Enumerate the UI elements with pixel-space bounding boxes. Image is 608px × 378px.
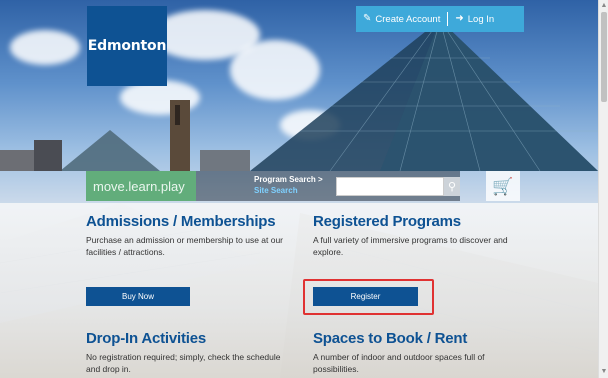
tagline-text: move.learn.play [93,178,185,194]
card-admissions: Admissions / Memberships Purchase an adm… [86,213,296,258]
buy-now-button[interactable]: Buy Now [86,287,190,306]
scroll-thumb[interactable] [601,12,607,102]
search-links: Program Search > Site Search [254,171,336,201]
account-bar: ✎ Create Account ➜ Log In [356,6,524,32]
cart-button[interactable]: 🛒 [486,171,520,201]
login-label: Log In [467,13,495,25]
search-button[interactable]: ⚲ [444,176,460,196]
tagline: move.learn.play [86,171,196,201]
card-title: Registered Programs [313,213,461,230]
card-desc: Purchase an admission or membership to u… [86,235,284,257]
card-desc: A full variety of immersive programs to … [313,235,508,257]
scrollbar[interactable]: ▲ ▼ [598,0,608,378]
search-box: ⚲ [336,171,460,201]
register-highlight [303,279,434,315]
create-account-label: Create Account [375,13,441,25]
page: { "brand": { "logo_text": "Edmonton", "t… [0,0,608,378]
card-title: Admissions / Memberships [86,213,276,230]
card-title: Spaces to Book / Rent [313,330,468,347]
edit-icon: ✎ [363,13,372,24]
buy-now-label: Buy Now [121,292,154,301]
cart-icon: 🛒 [492,176,514,196]
search-icon: ⚲ [447,180,457,193]
login-icon: ➜ [455,13,464,24]
create-account-button[interactable]: ✎ Create Account [356,14,447,25]
card-drop-in: Drop-In Activities No registration requi… [86,330,296,375]
card-desc: A number of indoor and outdoor spaces fu… [313,352,485,374]
scroll-up-icon[interactable]: ▲ [600,2,608,10]
site-search-link[interactable]: Site Search [254,185,336,196]
search-input[interactable] [336,176,444,196]
card-title: Drop-In Activities [86,330,207,347]
card-registered-programs: Registered Programs A full variety of im… [313,213,523,258]
logo-text: Edmonton [87,38,167,54]
search-strip: move.learn.play Program Search > Site Se… [86,171,486,201]
card-desc: No registration required; simply, check … [86,352,281,374]
edmonton-logo[interactable]: Edmonton [87,6,167,86]
card-spaces: Spaces to Book / Rent A number of indoor… [313,330,523,375]
scroll-down-icon[interactable]: ▼ [600,368,608,376]
login-button[interactable]: ➜ Log In [448,14,501,25]
strip-spacer [196,171,254,201]
program-search-link[interactable]: Program Search > [254,174,336,185]
